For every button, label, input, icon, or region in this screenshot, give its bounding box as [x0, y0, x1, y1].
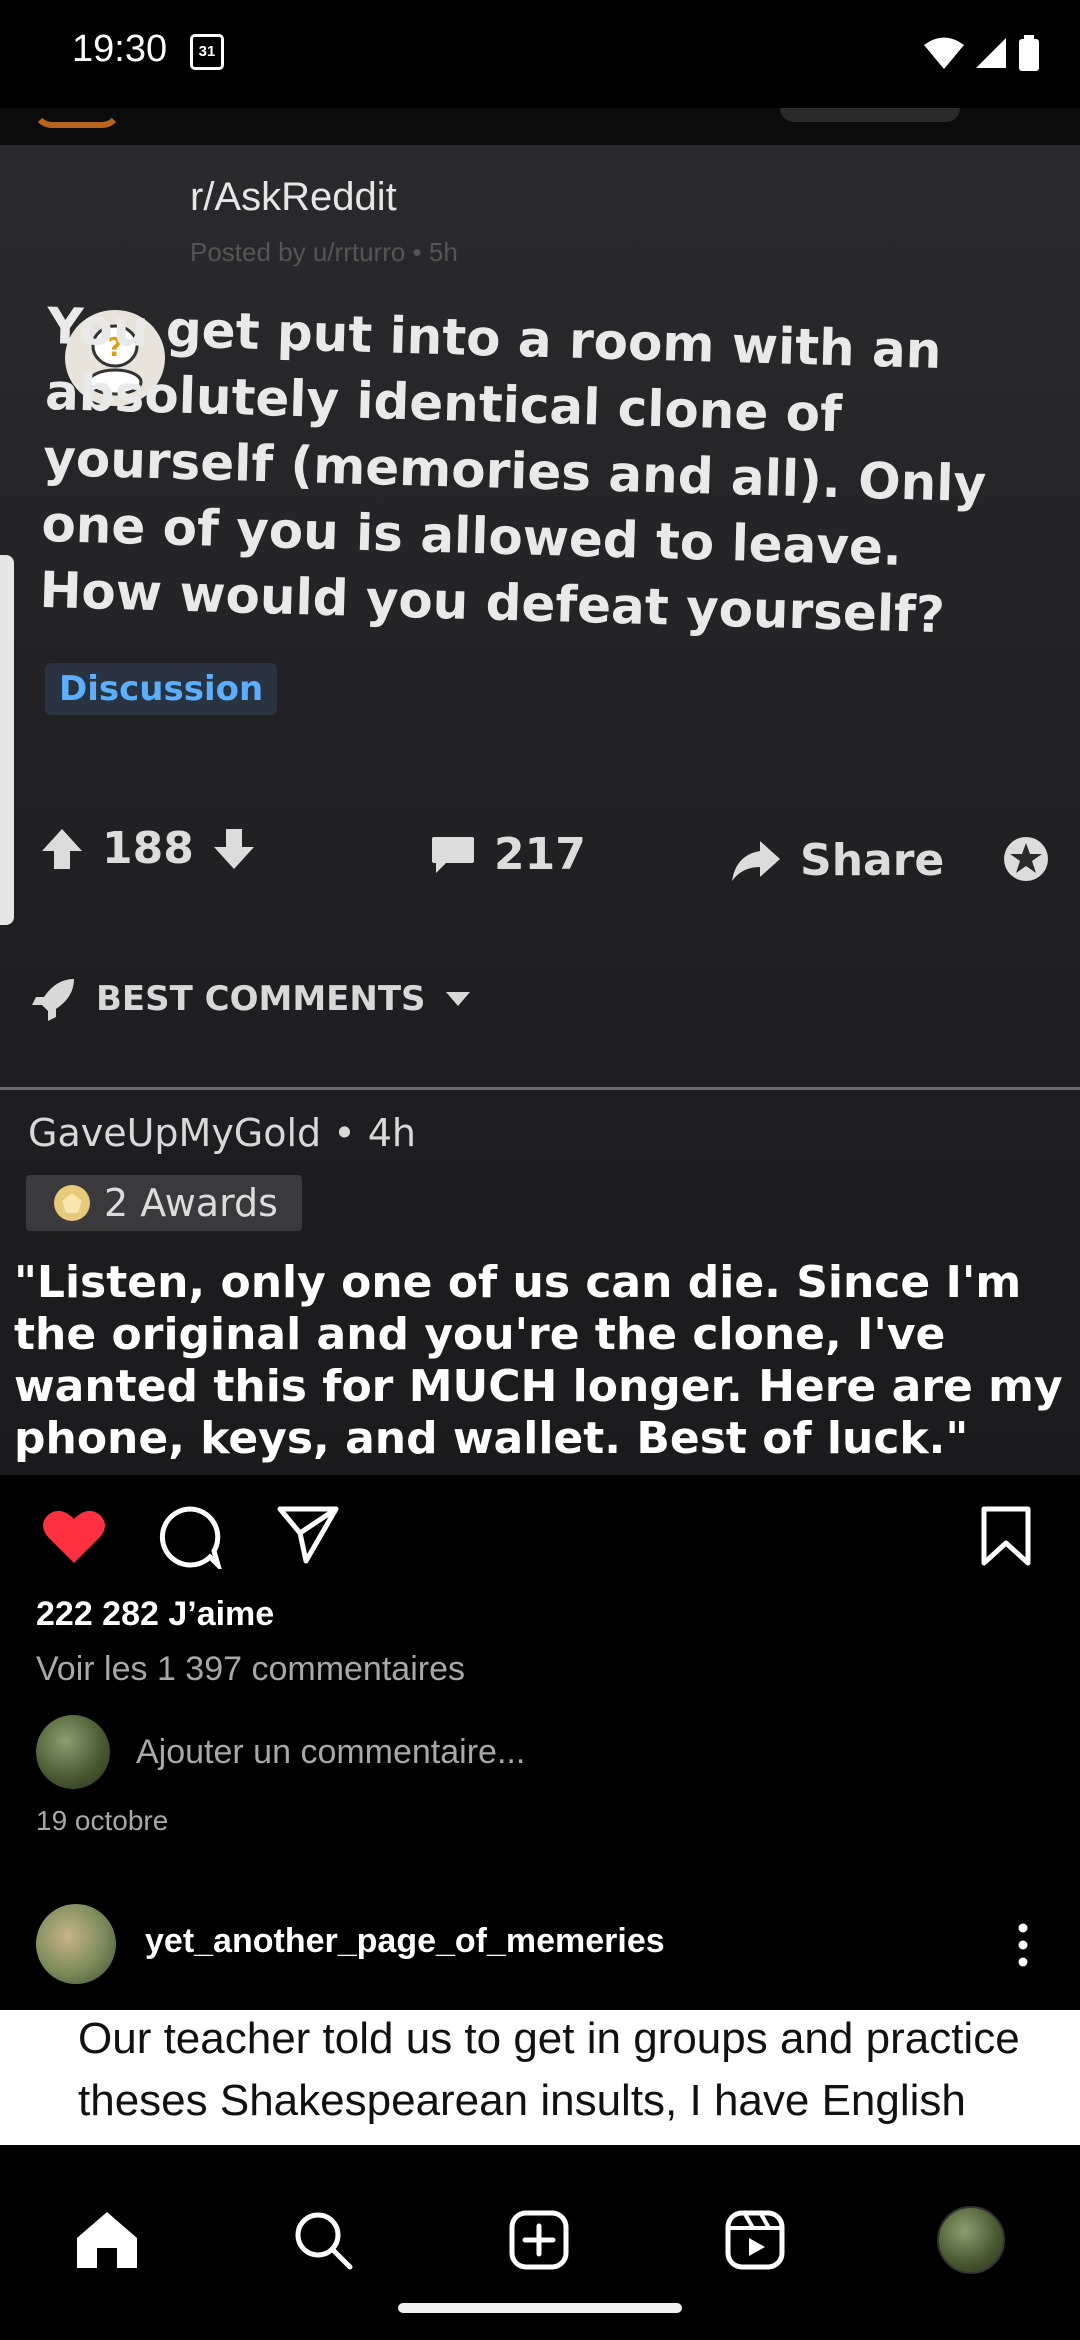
heart-filled-icon[interactable] [42, 1507, 106, 1565]
wifi-icon [924, 37, 964, 69]
comment-icon[interactable] [158, 1505, 222, 1569]
comment-count: 217 [494, 829, 586, 880]
share-icon[interactable] [276, 1505, 340, 1565]
chevron-down-icon [445, 992, 470, 1006]
next-post-text: Our teacher told us to get in groups and… [78, 2014, 1020, 2145]
downvote-icon [213, 828, 254, 869]
battery-icon [1019, 35, 1039, 71]
reddit-actions: 188 217 Share [40, 823, 1070, 893]
awards-label: 2 Awards [104, 1181, 278, 1225]
bookmark-icon[interactable] [980, 1505, 1032, 1567]
nav-search[interactable] [288, 2205, 358, 2275]
sort-comments: BEST COMMENTS [30, 975, 472, 1023]
avatar [36, 1715, 110, 1789]
next-post-header: yet_another_page_of_memeries [0, 1900, 1080, 2010]
status-time: 19:30 [72, 28, 168, 70]
rocket-icon [32, 979, 74, 1021]
upvote-icon [42, 828, 82, 869]
share-arrow-icon [732, 840, 780, 881]
next-post-username[interactable]: yet_another_page_of_memeries [145, 1922, 665, 1961]
share-label: Share [800, 835, 945, 886]
nav-home[interactable] [72, 2205, 142, 2275]
post-image[interactable]: ? r/AskReddit Posted by u/rrturro • 5h Y… [0, 145, 1080, 1475]
add-comment-row[interactable]: Ajouter un commentaire... [36, 1715, 1036, 1789]
post-question: You get put into a room with an absolute… [38, 296, 987, 645]
comment-text: "Listen, only one of us can die. Since I… [14, 1257, 1063, 1464]
posted-by: Posted by u/rrturro • 5h [190, 237, 458, 267]
view-comments-link[interactable]: Voir les 1 397 commentaires [36, 1650, 465, 1689]
awards-badge: 2 Awards [26, 1175, 302, 1231]
add-comment-input[interactable]: Ajouter un commentaire... [136, 1733, 525, 1772]
reels-icon [725, 2210, 785, 2270]
nav-create[interactable] [504, 2205, 574, 2275]
divider [0, 1087, 1080, 1090]
more-options-icon[interactable] [1008, 1920, 1038, 1970]
comment-author: GaveUpMyGold • 4h [28, 1111, 417, 1155]
comment-bubble-icon [432, 836, 474, 873]
search-icon [295, 2212, 353, 2270]
image-edge-highlight [0, 555, 14, 925]
post-actions [0, 1475, 1080, 1595]
award-star-icon [1004, 837, 1048, 881]
profile-avatar [937, 2206, 1005, 2274]
home-indicator[interactable] [398, 2303, 682, 2313]
nav-reels[interactable] [720, 2205, 790, 2275]
post-author-avatar[interactable] [32, 108, 122, 128]
sort-label: BEST COMMENTS [96, 979, 426, 1019]
vote-group: 188 [40, 823, 256, 874]
next-post-image[interactable]: Our teacher told us to get in groups and… [0, 2010, 1080, 2145]
create-icon [509, 2210, 569, 2270]
like-count[interactable]: 222 282 J’aime [36, 1595, 274, 1634]
signal-icon [976, 38, 1006, 68]
calendar-icon: 31 [190, 34, 224, 70]
flair-tag: Discussion [45, 663, 278, 715]
post-date: 19 octobre [36, 1805, 169, 1836]
home-icon [77, 2212, 137, 2268]
subreddit-name: r/AskReddit [190, 175, 397, 219]
follow-button[interactable] [780, 108, 960, 122]
award-icon [54, 1185, 90, 1221]
nav-profile[interactable] [936, 2205, 1006, 2275]
upvote-count: 188 [102, 823, 194, 874]
next-post-avatar[interactable] [36, 1904, 116, 1984]
share-group: Share [730, 835, 944, 886]
status-icons [924, 30, 1040, 76]
comments-group: 217 [430, 829, 586, 880]
